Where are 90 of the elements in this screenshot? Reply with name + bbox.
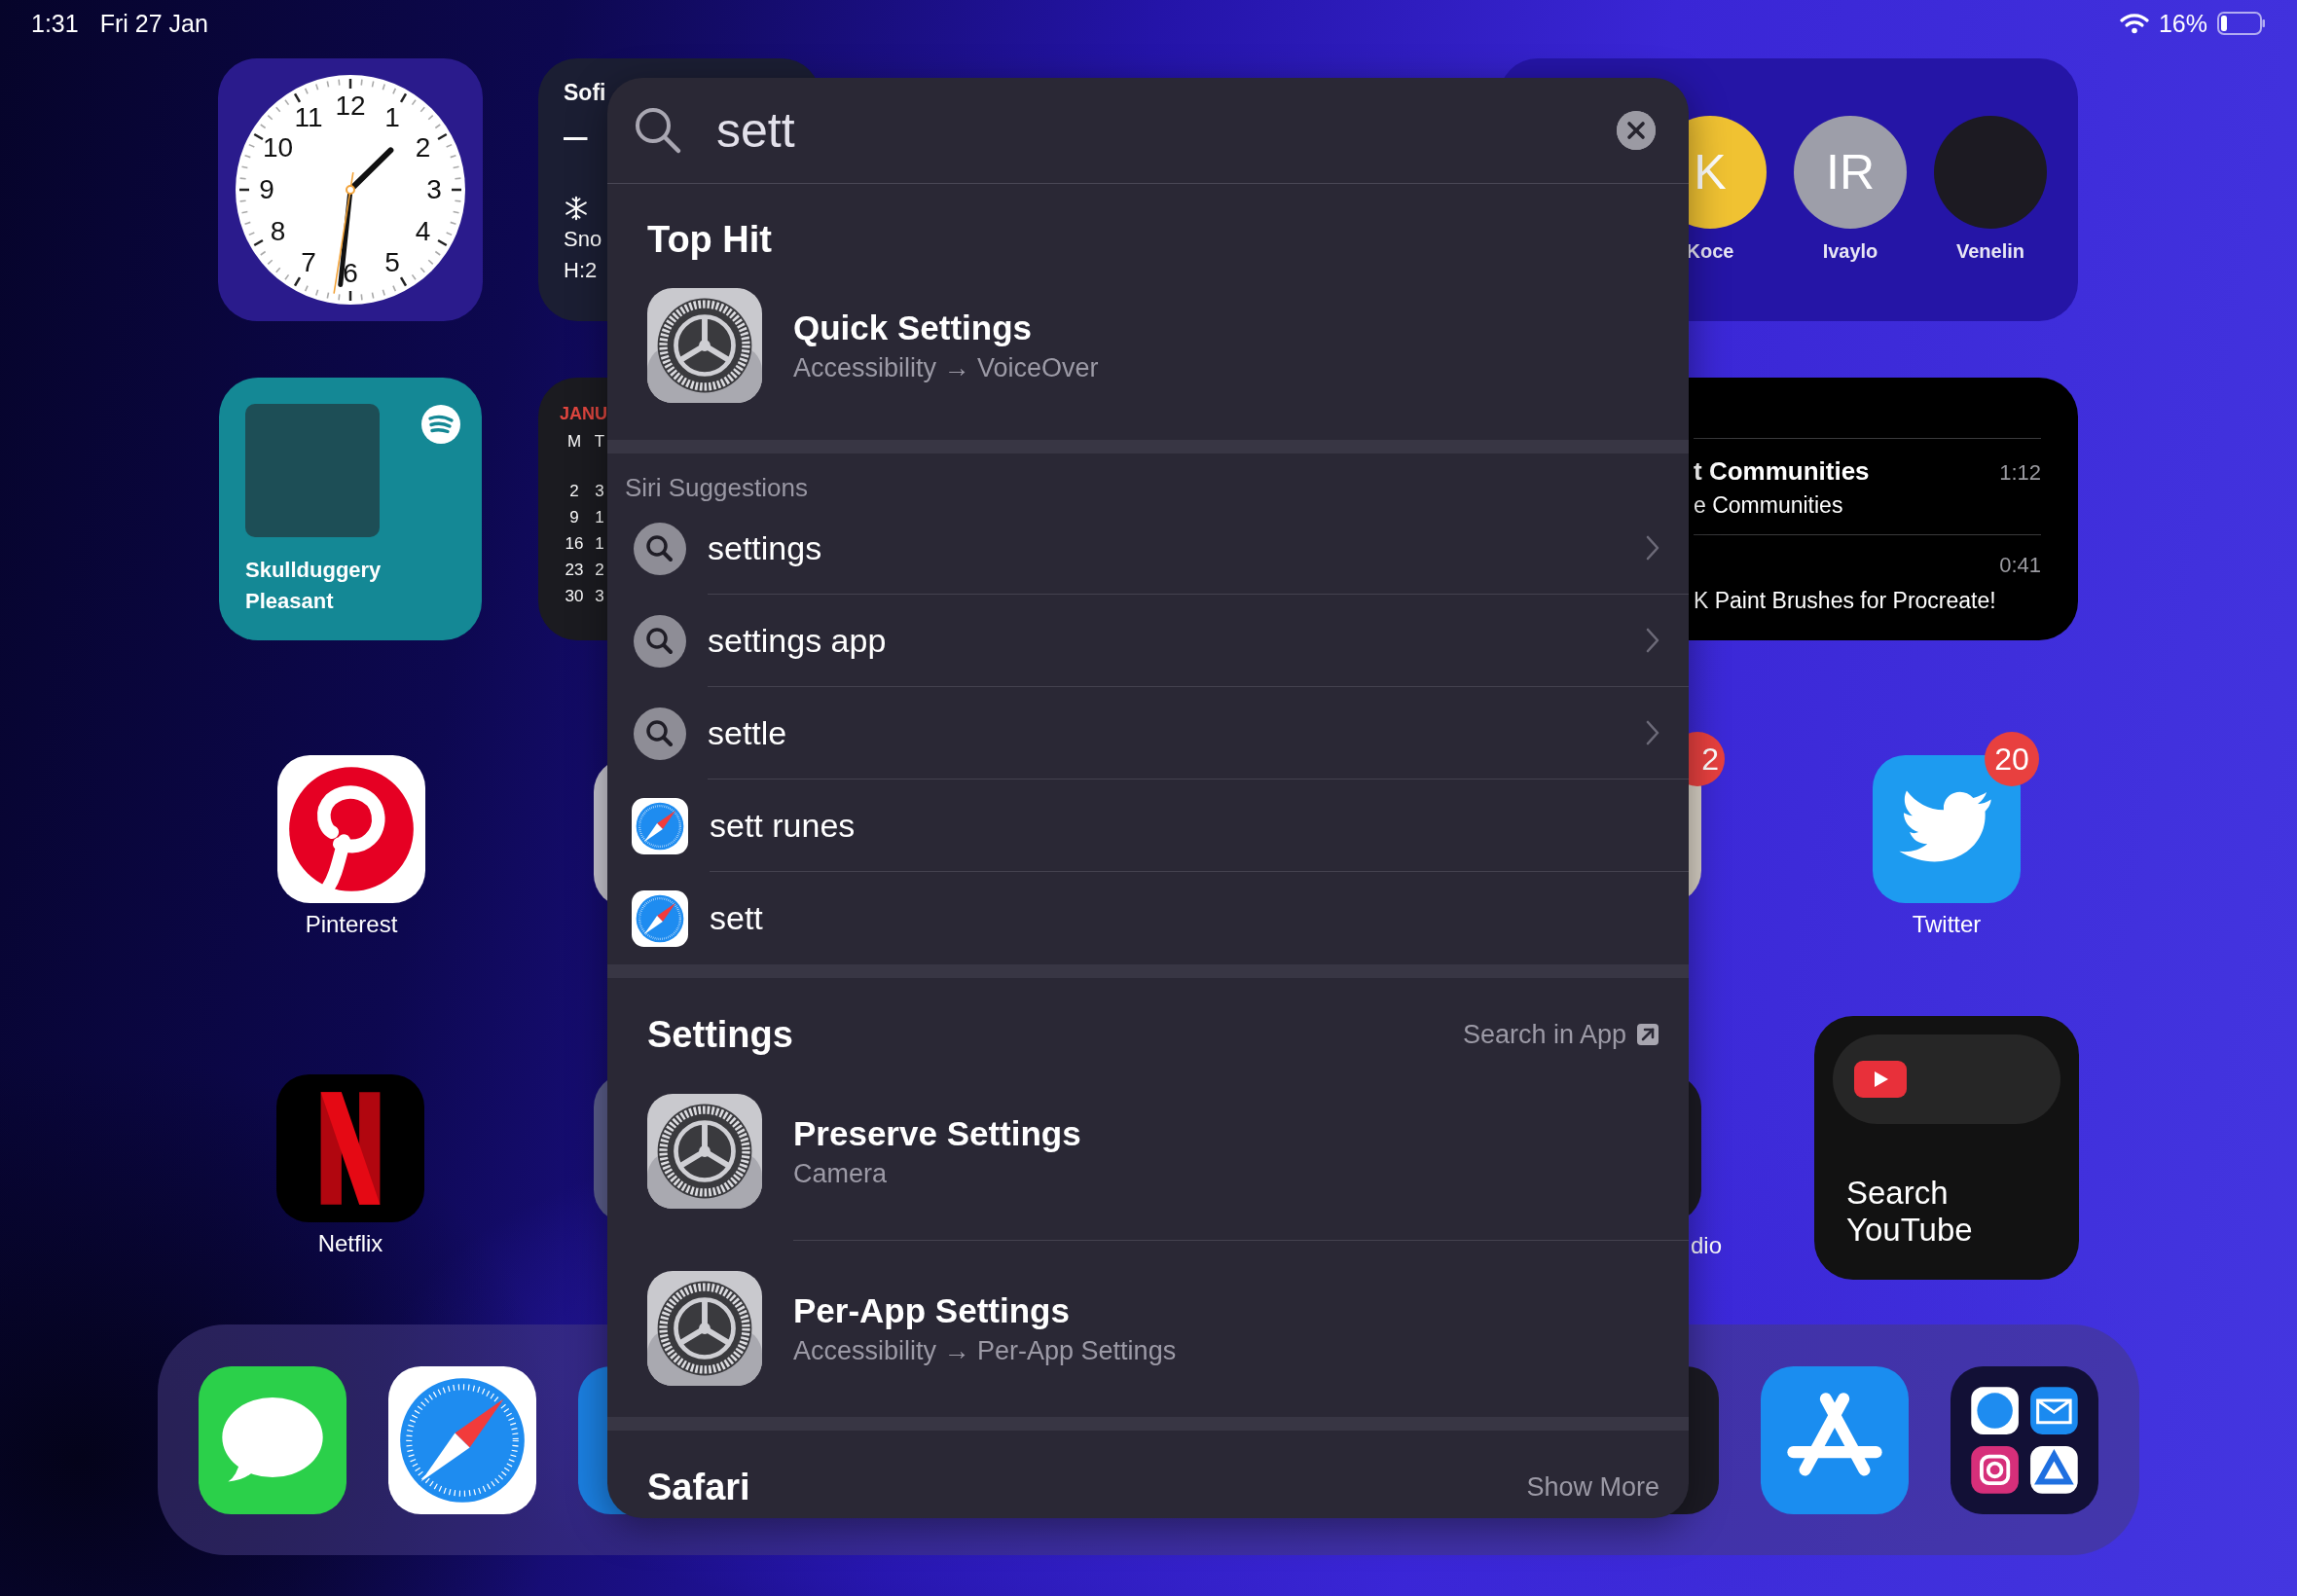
snowflake-icon (564, 196, 589, 221)
music-app-icon (421, 405, 460, 444)
widget-label: Search YouTube (1846, 1175, 1974, 1249)
weather-high-low: H:2 (564, 258, 598, 283)
result-subtitle: Camera (793, 1158, 889, 1189)
clock-numeral: 11 (294, 101, 323, 132)
app-icon[interactable] (388, 1365, 536, 1514)
section-title: Top Hit (647, 219, 774, 261)
notification-badge: 20 (1985, 732, 2039, 786)
clock-numeral: 5 (384, 246, 400, 277)
clock-numeral: 7 (301, 246, 316, 277)
app-icon[interactable] (1761, 1365, 1909, 1514)
calendar-day: 2 (595, 561, 604, 580)
suggestion-text: settings app (708, 621, 887, 660)
clock-numeral: 10 (262, 132, 294, 163)
search-result[interactable]: Preserve Settings Camera (647, 1064, 1689, 1240)
result-title: Per-App Settings (793, 1290, 1071, 1330)
clear-button[interactable] (1617, 111, 1656, 150)
battery-icon (2217, 12, 2266, 35)
gear-icon (647, 288, 762, 403)
calendar-month: JANU (560, 404, 607, 424)
episode-duration: 0:41 (1999, 553, 2041, 578)
episode-duration: 1:12 (1999, 460, 2041, 486)
suggestion-text: settle (708, 713, 787, 752)
suggestion-text: sett (710, 899, 763, 937)
search-result[interactable]: Per-App Settings Accessibility → Per-App Settings (647, 1241, 1689, 1417)
gear-icon (647, 1271, 762, 1386)
contact-name: Koce (1686, 240, 1734, 263)
clock-widget[interactable]: 11 12 1 10 2 9 3 8 4 7 6 5 (218, 58, 483, 321)
compass-icon (632, 889, 688, 947)
clock-numeral: 3 (426, 174, 442, 204)
clock-numeral: 12 (335, 91, 366, 121)
app-label: Pinterest (305, 911, 398, 938)
calendar-day: 16 (565, 534, 584, 554)
music-widget[interactable]: Skullduggery Pleasant (219, 378, 482, 640)
wifi-icon (2119, 13, 2149, 34)
calendar-day: 3 (595, 482, 604, 501)
result-subtitle: Accessibility → VoiceOver (793, 352, 1099, 383)
weekday-label: M (566, 432, 582, 452)
weekday-label: T (594, 432, 605, 452)
clock-numeral: 2 (415, 132, 431, 163)
youtube-widget[interactable]: Search YouTube (1814, 1016, 2079, 1280)
clock-numeral: 4 (415, 216, 431, 246)
clock-numeral: 9 (259, 174, 274, 204)
weather-temperature: – (564, 114, 588, 157)
status-time: 1:31 (31, 9, 79, 38)
clock-numeral: 6 (343, 258, 358, 288)
calendar-day: 1 (595, 508, 604, 527)
compass-icon (632, 797, 688, 854)
episode-subtitle: K Paint Brushes for Procreate! (1694, 588, 1997, 614)
suggestion-text: sett runes (710, 806, 856, 845)
weather-condition: Sno (564, 227, 602, 252)
result-title: Preserve Settings (793, 1113, 1081, 1153)
clock-numeral: 1 (384, 101, 400, 132)
weather-city: Sofi (564, 80, 606, 106)
section-title: Siri Suggestions (624, 473, 809, 502)
clock-numeral: 8 (270, 216, 286, 246)
search-icon (634, 522, 686, 575)
battery-percentage: 16% (2158, 9, 2207, 38)
calendar-day: 30 (565, 587, 584, 606)
suggestion-row[interactable]: sett (607, 872, 1689, 964)
section-action-link[interactable]: Show More (1526, 1471, 1659, 1503)
section-action-link[interactable]: Search in App (1462, 1019, 1659, 1050)
section-title: Safari (647, 1466, 750, 1508)
search-icon (634, 707, 686, 760)
calendar-day: 2 (569, 482, 579, 501)
calendar-day: 1 (595, 534, 604, 554)
section-title: Settings (647, 1013, 793, 1056)
suggestion-text: settings (708, 528, 822, 567)
result-title: Quick Settings (793, 308, 1034, 347)
episode-title: t Communities (1694, 456, 1870, 487)
app-folder-icon[interactable] (1951, 1365, 2098, 1514)
app-label: dio (1691, 1232, 1723, 1259)
search-icon (634, 614, 686, 668)
search-icon (633, 105, 683, 156)
calendar-day: 3 (595, 587, 604, 606)
app-label: Twitter (1912, 911, 1982, 938)
contact-name: Venelin (1956, 240, 2024, 263)
play-icon (1854, 1061, 1907, 1098)
app-label: Netflix (317, 1230, 383, 1257)
calendar-day: 9 (569, 508, 579, 527)
app-icon[interactable] (199, 1365, 346, 1514)
contact-name: Ivaylo (1822, 240, 1878, 263)
gear-icon (647, 1094, 762, 1209)
status-date: Fri 27 Jan (99, 9, 208, 38)
app-icon[interactable] (277, 755, 425, 903)
calendar-day: 23 (565, 561, 584, 580)
song-title: Skullduggery Pleasant (245, 557, 383, 615)
result-subtitle: Accessibility → Per-App Settings (793, 1335, 1177, 1366)
episode-subtitle: e Communities (1694, 492, 1844, 519)
